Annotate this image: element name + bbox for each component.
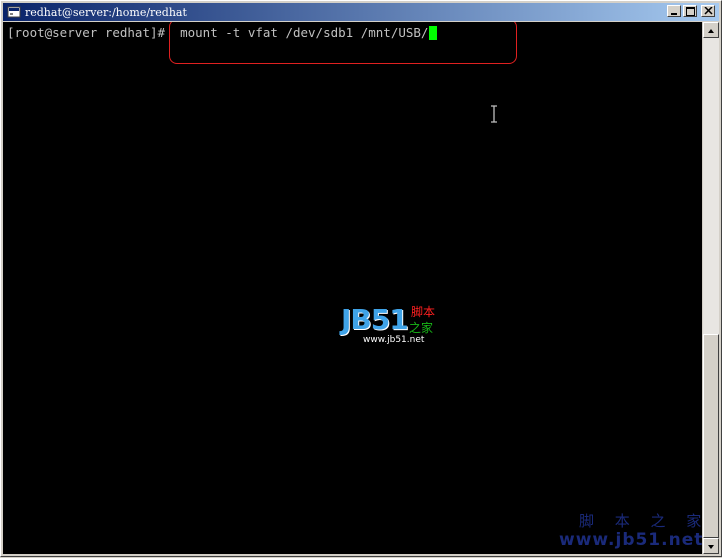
terminal-area[interactable]: [root@server redhat]# mount -t vfat /dev… bbox=[3, 22, 702, 554]
scroll-up-button[interactable] bbox=[703, 22, 719, 38]
terminal-app-icon[interactable] bbox=[7, 5, 21, 19]
minimize-button[interactable] bbox=[667, 5, 681, 17]
close-button[interactable] bbox=[701, 5, 715, 17]
arrow-up-icon bbox=[708, 29, 714, 33]
watermark-url: www.jb51.net bbox=[363, 335, 425, 345]
watermark-cn-line2: 之家 bbox=[409, 321, 434, 335]
ibeam-cursor-icon bbox=[491, 105, 497, 123]
watermark-logo: JB51 脚本 之家 www.jb51.net bbox=[339, 303, 443, 349]
corner-watermark-line1: 脚 本 之 家 bbox=[579, 512, 702, 530]
command-highlight-box bbox=[169, 22, 517, 64]
terminal-window: redhat@server:/home/redhat [root@server … bbox=[0, 0, 722, 557]
watermark-logo-text: JB51 bbox=[341, 303, 409, 336]
maximize-button[interactable] bbox=[683, 5, 697, 17]
window-title: redhat@server:/home/redhat bbox=[25, 6, 187, 19]
watermark-cn-line1: 脚本 bbox=[411, 305, 436, 319]
corner-watermark-line2: www.jb51.net bbox=[559, 530, 702, 550]
scrollbar-thumb[interactable] bbox=[703, 334, 719, 538]
close-icon bbox=[704, 7, 713, 15]
arrow-down-icon bbox=[708, 545, 714, 549]
vertical-scrollbar[interactable] bbox=[703, 22, 719, 554]
shell-prompt: [root@server redhat]# bbox=[7, 25, 166, 40]
scroll-down-button[interactable] bbox=[703, 538, 719, 554]
title-bar[interactable]: redhat@server:/home/redhat bbox=[3, 3, 719, 21]
